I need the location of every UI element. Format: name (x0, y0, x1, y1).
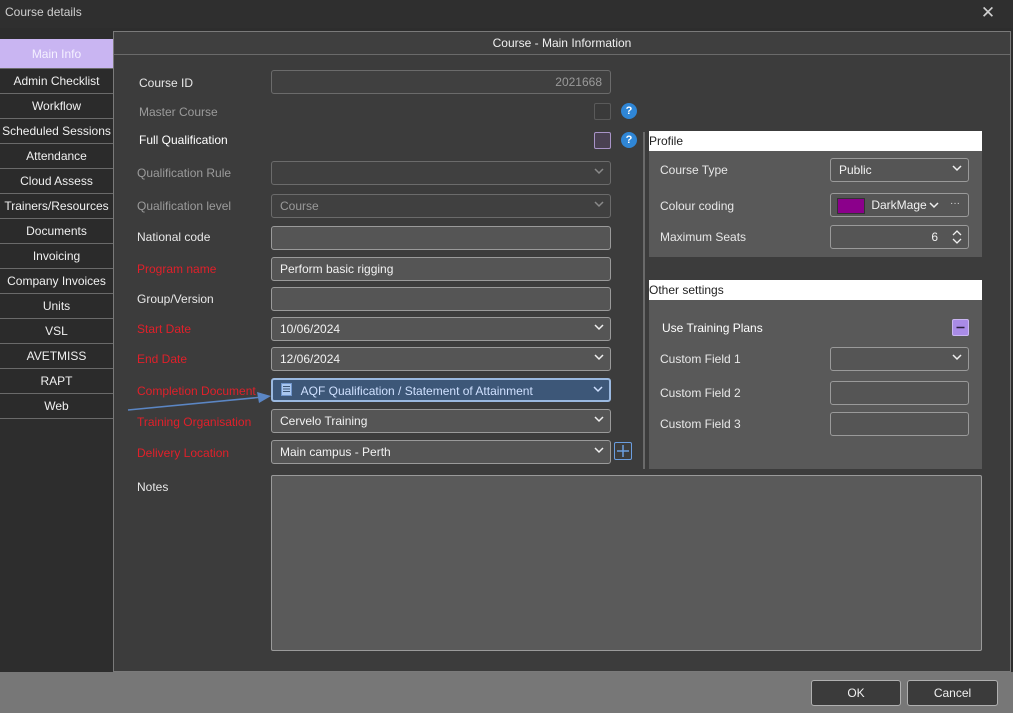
spin-arrows-icon[interactable] (950, 228, 962, 246)
colour-coding-value: DarkMage (871, 198, 927, 212)
end-date-picker[interactable]: 12/06/2024 (271, 347, 611, 371)
sidebar-item-units[interactable]: Units (0, 294, 113, 319)
document-icon (281, 381, 292, 400)
qualification-level-dropdown[interactable]: Course (271, 194, 611, 218)
master-course-label: Master Course (139, 105, 218, 119)
custom-field-2-input[interactable] (830, 381, 969, 405)
sidebar-item-scheduled-sessions[interactable]: Scheduled Sessions (0, 119, 113, 144)
sidebar-item-trainers-resources[interactable]: Trainers/Resources (0, 194, 113, 219)
sidebar-nav: Main Info Admin Checklist Workflow Sched… (0, 39, 113, 419)
colour-coding-picker[interactable]: DarkMage ··· (830, 193, 969, 217)
completion-document-dropdown[interactable]: AQF Qualification / Statement of Attainm… (271, 378, 611, 402)
chevron-down-icon[interactable] (950, 348, 962, 370)
chevron-down-icon[interactable] (929, 194, 939, 216)
chevron-down-icon (592, 195, 604, 217)
sidebar-item-main-info[interactable]: Main Info (0, 39, 113, 69)
sidebar-item-rapt[interactable]: RAPT (0, 369, 113, 394)
other-settings-panel: Other settings (649, 280, 982, 469)
course-type-label: Course Type (660, 163, 728, 177)
custom-field-3-input[interactable] (830, 412, 969, 436)
training-organisation-dropdown[interactable]: Cervelo Training (271, 409, 611, 433)
course-type-value: Public (839, 163, 872, 177)
maximum-seats-value: 6 (931, 230, 938, 244)
program-name-label: Program name (137, 262, 217, 276)
start-date-label: Start Date (137, 322, 192, 336)
chevron-down-icon[interactable] (591, 380, 603, 400)
colour-coding-label: Colour coding (660, 199, 735, 213)
custom-field-3-label: Custom Field 3 (660, 417, 741, 431)
end-date-label: End Date (137, 352, 188, 366)
chevron-down-icon[interactable] (950, 159, 962, 181)
sidebar-item-avetmiss[interactable]: AVETMISS (0, 344, 113, 369)
ok-button[interactable]: OK (811, 680, 901, 706)
chevron-down-icon[interactable] (592, 348, 604, 370)
master-course-help-icon[interactable]: ? (621, 103, 637, 119)
other-settings-header: Other settings (649, 280, 982, 300)
sidebar-item-invoicing[interactable]: Invoicing (0, 244, 113, 269)
profile-header: Profile (649, 131, 982, 151)
annotation-arrow (127, 392, 271, 411)
group-version-field[interactable] (271, 287, 611, 311)
national-code-field[interactable] (271, 226, 611, 250)
chevron-down-icon (592, 162, 604, 184)
sidebar-item-documents[interactable]: Documents (0, 219, 113, 244)
start-date-picker[interactable]: 10/06/2024 (271, 317, 611, 341)
program-name-field[interactable]: Perform basic rigging (271, 257, 611, 281)
start-date-value: 10/06/2024 (280, 322, 341, 336)
sidebar-item-web[interactable]: Web (0, 394, 113, 419)
sidebar-item-admin-checklist[interactable]: Admin Checklist (0, 69, 113, 94)
footer-bar: OK Cancel (0, 672, 1013, 713)
full-qualification-checkbox[interactable] (594, 132, 611, 149)
title-bar: Course details ✕ (0, 0, 1013, 28)
minus-icon (956, 326, 965, 329)
completion-document-value: AQF Qualification / Statement of Attainm… (300, 384, 533, 398)
maximum-seats-label: Maximum Seats (660, 230, 747, 244)
notes-label: Notes (137, 480, 169, 494)
main-panel-header: Course - Main Information (114, 32, 1010, 55)
delivery-location-dropdown[interactable]: Main campus - Perth (271, 440, 611, 464)
sidebar-item-vsl[interactable]: VSL (0, 319, 113, 344)
qualification-level-label: Qualification level (137, 199, 232, 213)
full-qualification-label: Full Qualification (139, 133, 228, 147)
chevron-down-icon[interactable] (592, 441, 604, 463)
course-id-label: Course ID (139, 76, 194, 90)
sidebar-item-workflow[interactable]: Workflow (0, 94, 113, 119)
full-qualification-help-icon[interactable]: ? (621, 132, 637, 148)
group-version-label: Group/Version (137, 292, 214, 306)
qualification-level-value: Course (280, 199, 319, 213)
custom-field-2-label: Custom Field 2 (660, 386, 741, 400)
cancel-button[interactable]: Cancel (907, 680, 998, 706)
window-title: Course details (5, 5, 82, 19)
column-divider (643, 132, 645, 469)
chevron-down-icon[interactable] (592, 318, 604, 340)
sidebar-item-company-invoices[interactable]: Company Invoices (0, 269, 113, 294)
colour-swatch (837, 197, 865, 214)
course-type-dropdown[interactable]: Public (830, 158, 969, 182)
plus-icon (617, 445, 629, 457)
delivery-location-value: Main campus - Perth (280, 445, 391, 459)
qualification-rule-label: Qualification Rule (137, 166, 232, 180)
sidebar-item-attendance[interactable]: Attendance (0, 144, 113, 169)
delivery-location-label: Delivery Location (137, 446, 230, 460)
sidebar-item-cloud-assess[interactable]: Cloud Assess (0, 169, 113, 194)
maximum-seats-stepper[interactable]: 6 (830, 225, 969, 249)
custom-field-1-label: Custom Field 1 (660, 352, 741, 366)
qualification-rule-dropdown[interactable] (271, 161, 611, 185)
add-location-button[interactable] (614, 442, 632, 460)
course-id-value: 2021668 (555, 75, 602, 89)
end-date-value: 12/06/2024 (280, 352, 341, 366)
notes-textarea[interactable] (271, 475, 982, 651)
national-code-label: National code (137, 230, 211, 244)
use-training-plans-checkbox[interactable] (952, 319, 969, 336)
chevron-down-icon[interactable] (592, 410, 604, 432)
program-name-value: Perform basic rigging (280, 262, 394, 276)
course-id-field: 2021668 (271, 70, 611, 94)
master-course-checkbox[interactable] (594, 103, 611, 120)
training-organisation-value: Cervelo Training (280, 414, 368, 428)
use-training-plans-label: Use Training Plans (662, 321, 763, 335)
custom-field-1-dropdown[interactable] (830, 347, 969, 371)
ellipsis-button[interactable]: ··· (950, 194, 960, 215)
close-icon[interactable]: ✕ (979, 4, 997, 22)
